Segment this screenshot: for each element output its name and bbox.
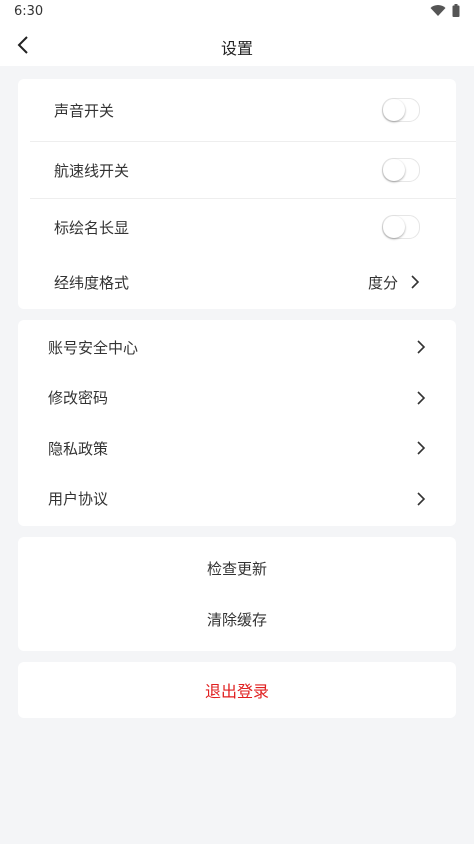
coordinate-format-value: 度分 — [367, 273, 398, 292]
sound-toggle-label: 声音开关 — [54, 101, 115, 120]
status-bar: 6:30 — [0, 0, 474, 24]
display-settings-card: 声音开关 航速线开关 标绘名长显 经纬度格式 度分 — [18, 79, 456, 309]
change-password-label: 修改密码 — [48, 389, 109, 408]
nav-bar: 设置 — [0, 24, 474, 66]
chevron-right-icon — [417, 391, 426, 405]
chevron-right-icon — [417, 340, 426, 354]
clear-cache-button[interactable]: 清除缓存 — [18, 594, 456, 645]
coordinate-format-row[interactable]: 经纬度格式 度分 — [18, 255, 456, 309]
logout-card: 退出登录 — [18, 662, 456, 718]
toggle-knob — [383, 159, 405, 181]
chevron-right-icon — [411, 275, 420, 289]
check-update-button[interactable]: 检查更新 — [18, 543, 456, 594]
page-title: 设置 — [220, 39, 253, 58]
course-line-toggle[interactable] — [382, 158, 420, 182]
logout-button[interactable]: 退出登录 — [18, 662, 456, 718]
account-security-row[interactable]: 账号安全中心 — [18, 322, 456, 373]
toggle-knob — [383, 216, 405, 238]
chevron-right-icon — [417, 441, 426, 455]
status-time: 6:30 — [14, 4, 44, 19]
privacy-policy-row[interactable]: 隐私政策 — [18, 423, 456, 474]
user-agreement-row[interactable]: 用户协议 — [18, 474, 456, 525]
user-agreement-label: 用户协议 — [48, 490, 109, 509]
wifi-icon — [430, 4, 446, 16]
toggle-knob — [383, 99, 405, 121]
course-line-toggle-label: 航速线开关 — [54, 161, 130, 180]
account-security-label: 账号安全中心 — [48, 338, 139, 357]
privacy-policy-label: 隐私政策 — [48, 439, 109, 458]
sound-toggle-row: 声音开关 — [18, 79, 456, 141]
sound-toggle[interactable] — [382, 98, 420, 122]
app-actions-card: 检查更新 清除缓存 — [18, 537, 456, 651]
change-password-row[interactable]: 修改密码 — [18, 373, 456, 424]
chevron-right-icon — [417, 492, 426, 506]
account-settings-card: 账号安全中心 修改密码 隐私政策 用户协议 — [18, 320, 456, 526]
label-display-toggle-row: 标绘名长显 — [18, 199, 456, 255]
battery-icon — [452, 4, 460, 17]
label-display-toggle-label: 标绘名长显 — [54, 218, 130, 237]
label-display-toggle[interactable] — [382, 215, 420, 239]
system-icons — [430, 4, 460, 17]
course-line-toggle-row: 航速线开关 — [18, 142, 456, 198]
coordinate-format-label: 经纬度格式 — [54, 273, 130, 292]
